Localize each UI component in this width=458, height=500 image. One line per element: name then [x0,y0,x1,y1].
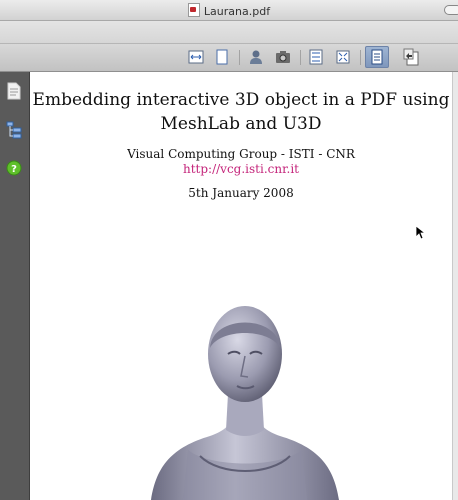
document-title-line2: MeshLab and U3D [160,114,322,134]
mouse-pointer-icon [416,226,426,240]
3d-object-icon [250,50,262,64]
window-title-bar: Laurana.pdf [0,0,458,21]
fit-width-icon [188,50,204,64]
sidebar-pages-button[interactable] [5,82,23,100]
svg-text:?: ? [11,164,17,175]
fit-height-icon [309,49,323,65]
window-subbar [0,21,458,44]
help-icon: ? [6,160,22,176]
back-page-icon [403,48,419,66]
fit-page-button[interactable] [332,47,354,67]
3d-object-button[interactable] [245,47,267,67]
document-date: 5th January 2008 [188,186,294,200]
sidebar-outline-button[interactable] [5,121,23,139]
viewer-sidebar: ? [0,72,30,500]
document-title-line1: Embedding interactive 3D object in a PDF… [32,90,450,110]
3d-bust-model[interactable] [140,298,350,500]
pdf-page: Embedding interactive 3D object in a PDF… [30,72,452,500]
snapshot-button[interactable] [272,47,294,67]
document-affiliation: Visual Computing Group - ISTI - CNR [127,147,355,161]
fit-height-button[interactable] [305,47,327,67]
single-page-icon [216,49,228,65]
pages-icon [7,82,21,100]
fit-width-button[interactable] [185,47,207,67]
back-button[interactable] [400,47,422,67]
single-page-button[interactable] [211,47,233,67]
outline-tree-icon [6,121,22,139]
window-title: Laurana.pdf [203,5,271,18]
sidebar-help-button[interactable]: ? [5,159,23,177]
fit-page-icon [336,50,350,64]
toolbar-separator [300,50,301,65]
window-title-wrap: Laurana.pdf [0,3,458,18]
toolbar-separator [239,50,240,65]
pdf-file-icon [187,3,200,17]
vertical-scrollbar[interactable] [452,72,458,500]
toolbar-separator [360,50,361,65]
document-url-link[interactable]: http://vcg.isti.cnr.it [30,162,452,176]
content-view-button[interactable] [365,46,389,68]
document-view-icon [371,49,383,65]
toolbar-toggle-button[interactable] [444,5,458,15]
camera-icon [276,51,290,63]
viewer-toolbar [0,44,458,72]
